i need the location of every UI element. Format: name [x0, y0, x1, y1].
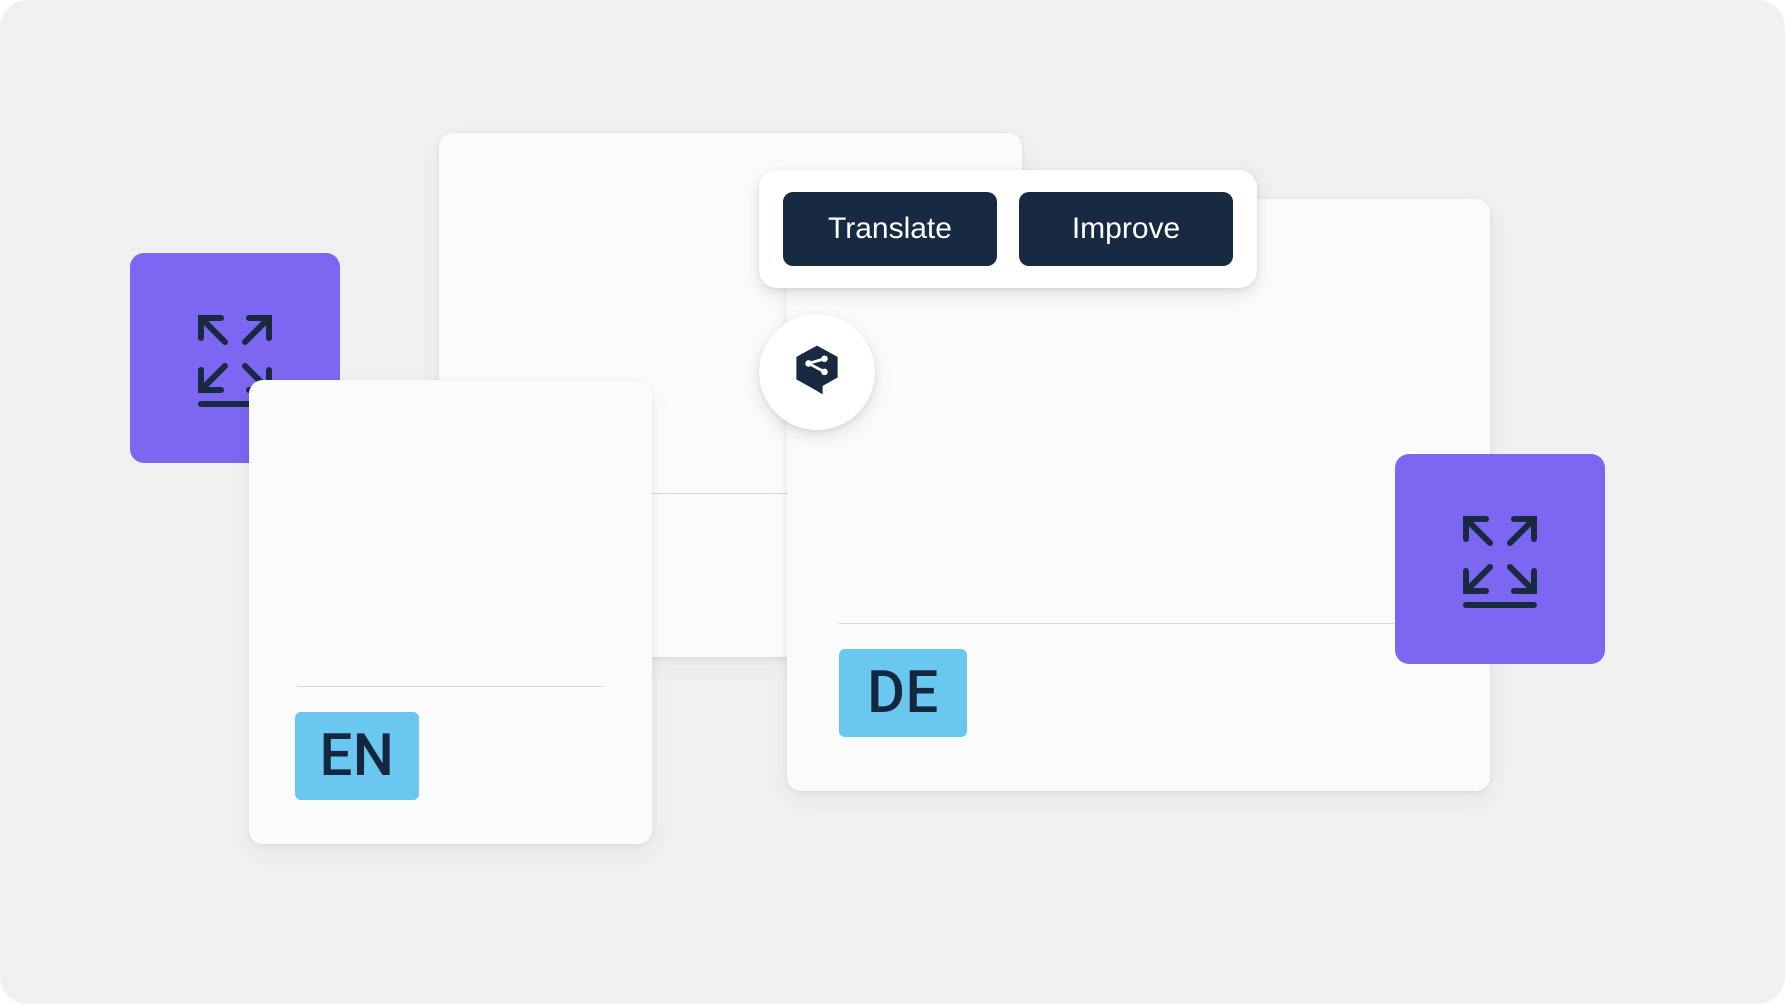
- illustration-canvas: JA EN DE: [0, 0, 1785, 1004]
- translate-button[interactable]: Translate: [783, 192, 997, 266]
- improve-button[interactable]: Improve: [1019, 192, 1233, 266]
- deepl-icon: [787, 340, 847, 404]
- expand-icon: [1452, 505, 1548, 613]
- language-badge-en: EN: [295, 712, 419, 800]
- expand-tile-right: [1395, 454, 1605, 664]
- card-divider: [839, 623, 1438, 624]
- language-badge-de: DE: [839, 649, 967, 737]
- translation-card-en: EN: [249, 380, 652, 844]
- brand-fab[interactable]: [759, 314, 875, 430]
- card-divider: [297, 686, 604, 687]
- action-toolbar: Translate Improve: [759, 170, 1257, 288]
